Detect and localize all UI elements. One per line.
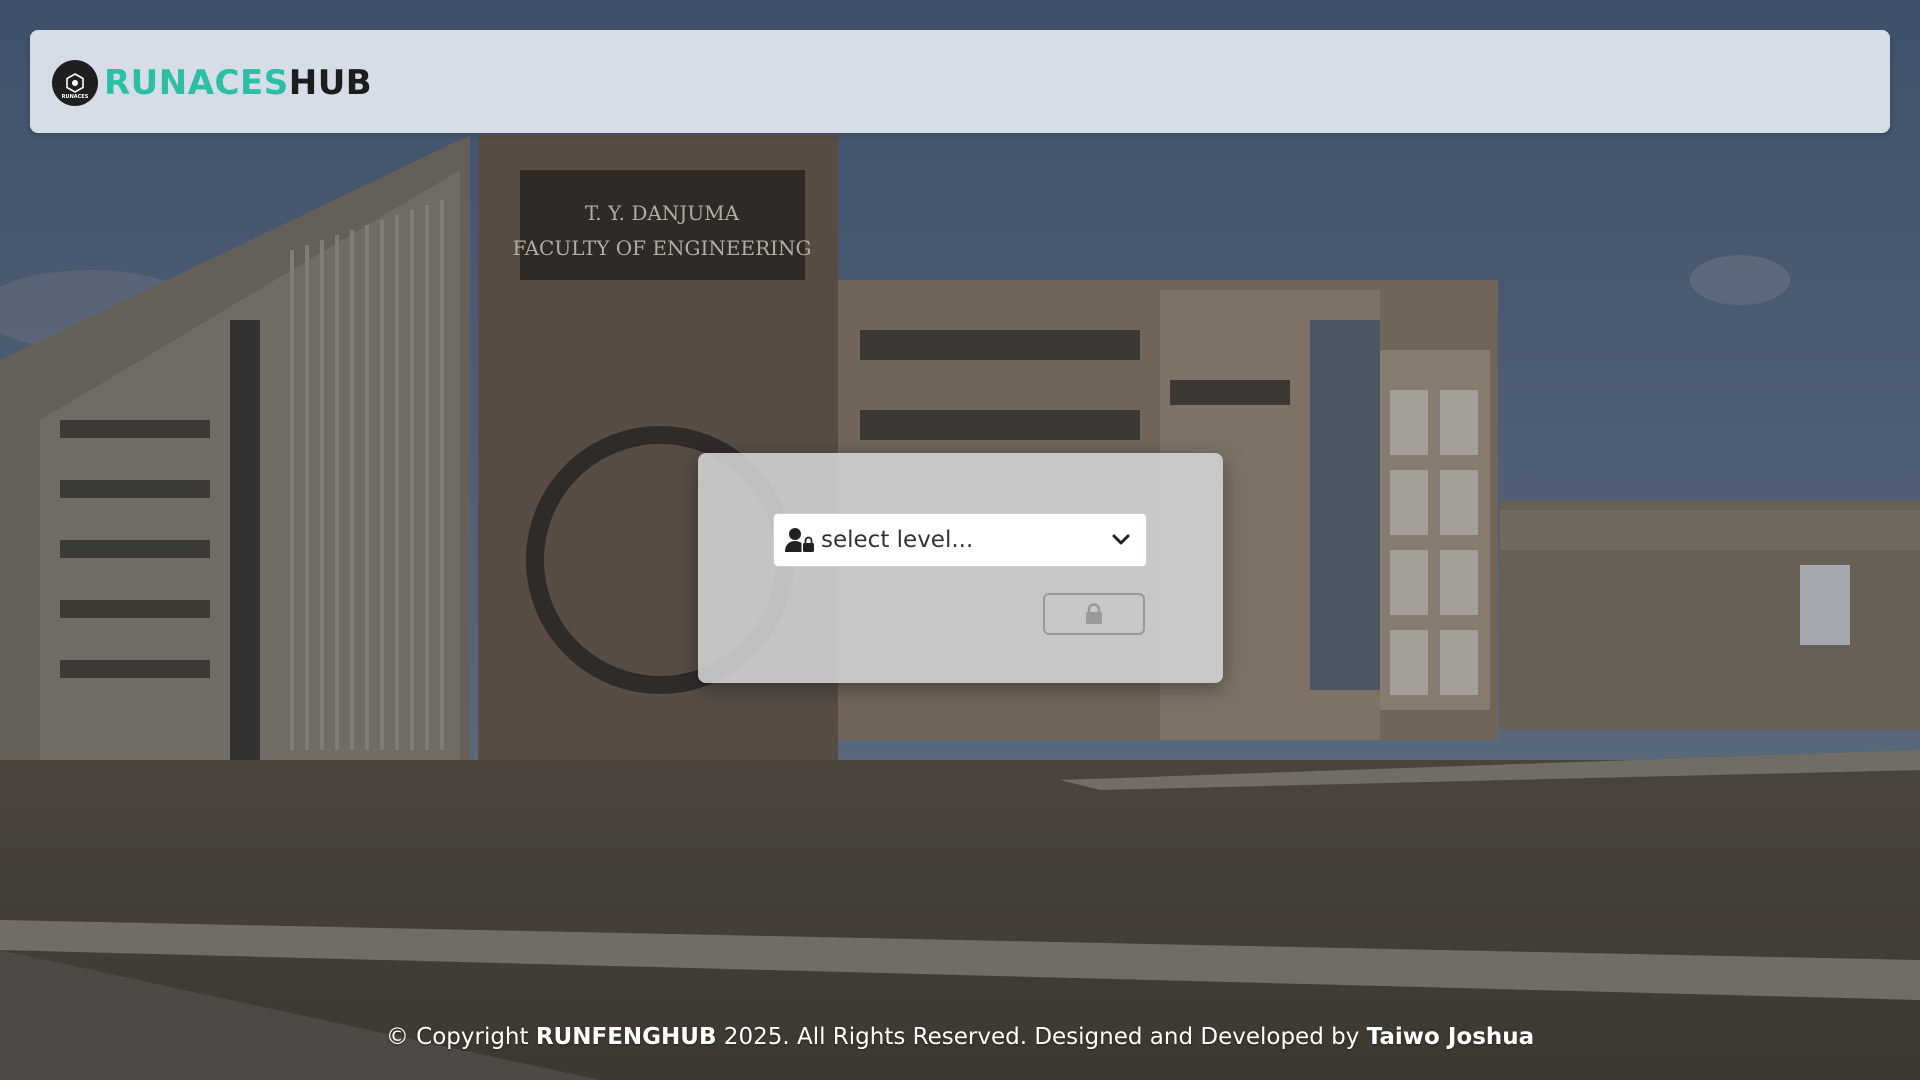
footer-prefix: © Copyright: [385, 1024, 536, 1050]
login-page: T. Y. DANJUMA FACULTY OF ENGINEERING RUN…: [0, 0, 1920, 1080]
brand-home-link[interactable]: RUNACES RUNACESHUB: [52, 58, 372, 108]
brand-name: RUNACESHUB: [104, 58, 372, 108]
brand-name-accent: RUNACES: [104, 63, 289, 103]
footer-middle: 2025. All Rights Reserved. Designed and …: [716, 1024, 1367, 1050]
level-select-dropdown[interactable]: select level...: [773, 513, 1147, 567]
brand-logo-text: RUNACES: [61, 94, 89, 100]
chevron-down-icon: [1110, 529, 1132, 551]
footer-brand: RUNFENGHUB: [535, 1024, 717, 1050]
chip-icon: [66, 73, 84, 93]
unlock-submit-button[interactable]: [1043, 593, 1145, 635]
page-footer: © Copyright RUNFENGHUB 2025. All Rights …: [0, 1024, 1920, 1050]
brand-name-dark: HUB: [288, 63, 373, 103]
footer-author: Taiwo Joshua: [1366, 1024, 1535, 1050]
brand-logo: RUNACES: [52, 60, 98, 106]
top-navbar: RUNACES RUNACESHUB: [30, 30, 1890, 133]
user-lock-icon: [785, 527, 815, 553]
level-select-placeholder: select level...: [821, 527, 974, 553]
lock-icon: [1086, 603, 1102, 624]
level-login-card: select level...: [698, 453, 1223, 683]
